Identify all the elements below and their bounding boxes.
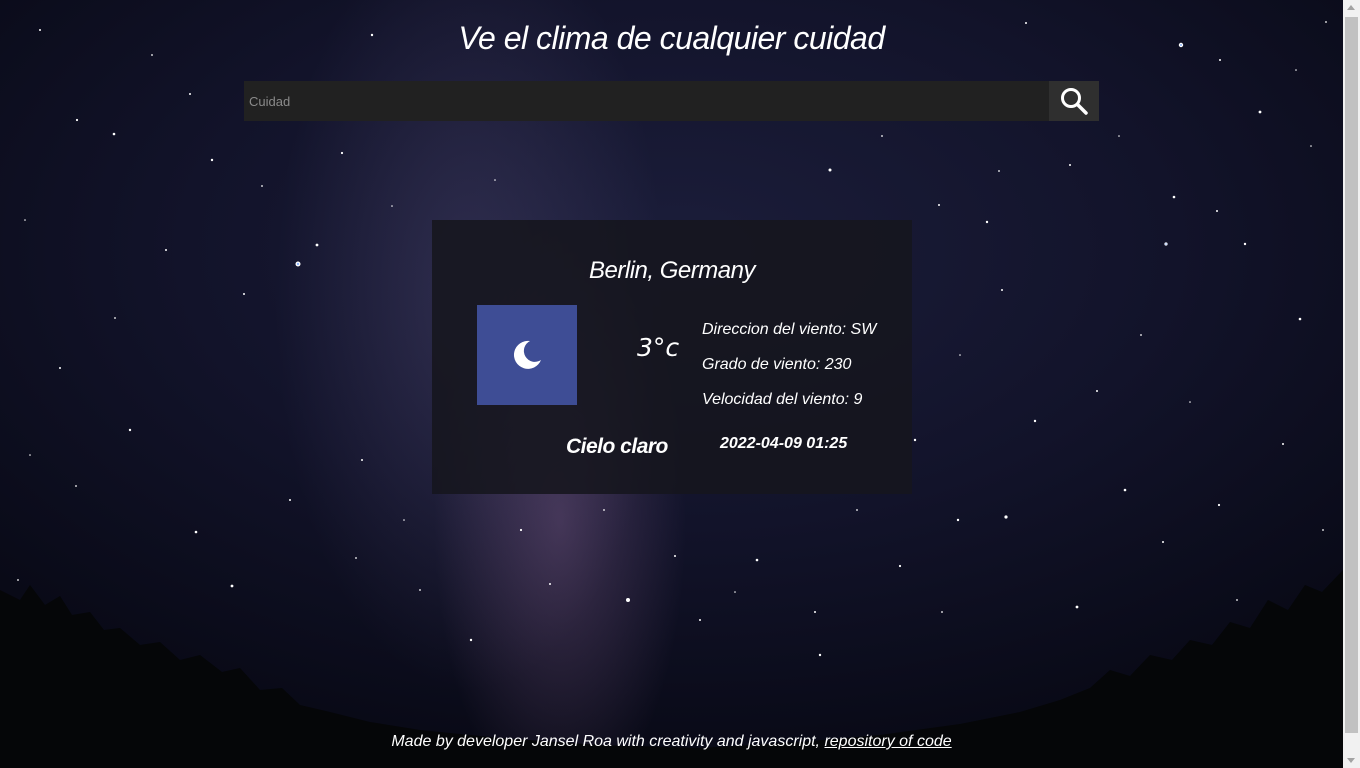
moon-icon: [513, 340, 541, 369]
wind-info: Direccion del viento: SW Grado de viento…: [702, 320, 876, 425]
scroll-down-arrow-icon[interactable]: [1347, 758, 1355, 763]
scroll-up-arrow-icon[interactable]: [1347, 5, 1355, 10]
temperature: 3°c: [637, 333, 680, 362]
weather-description: Cielo claro: [566, 435, 668, 458]
observation-datetime: 2022-04-09 01:25: [720, 435, 848, 452]
vertical-scrollbar[interactable]: [1343, 0, 1360, 768]
page-title: Ve el clima de cualquier cuidad: [458, 20, 885, 56]
weather-card: Berlin, Germany 3°c Direccion del viento…: [432, 220, 912, 494]
page: Ve el clima de cualquier cuidad Berlin, …: [0, 0, 1360, 768]
location-name: Berlin, Germany: [589, 257, 755, 284]
footer-credit: Made by developer Jansel Roa with creati…: [391, 733, 825, 750]
wind-direction: Direccion del viento: SW: [702, 321, 877, 338]
weather-icon-box: [477, 305, 577, 405]
repository-link[interactable]: repository of code: [824, 733, 951, 750]
scrollbar-thumb[interactable]: [1345, 17, 1358, 733]
wind-speed: Velocidad del viento: 9: [702, 391, 863, 408]
footer: Made by developer Jansel Roa with creati…: [0, 733, 1343, 751]
wind-degree: Grado de viento: 230: [702, 356, 852, 373]
search-icon: [1061, 88, 1088, 115]
search-button[interactable]: [1049, 81, 1099, 121]
city-search-input[interactable]: [244, 81, 1049, 121]
search-bar: [244, 81, 1099, 121]
